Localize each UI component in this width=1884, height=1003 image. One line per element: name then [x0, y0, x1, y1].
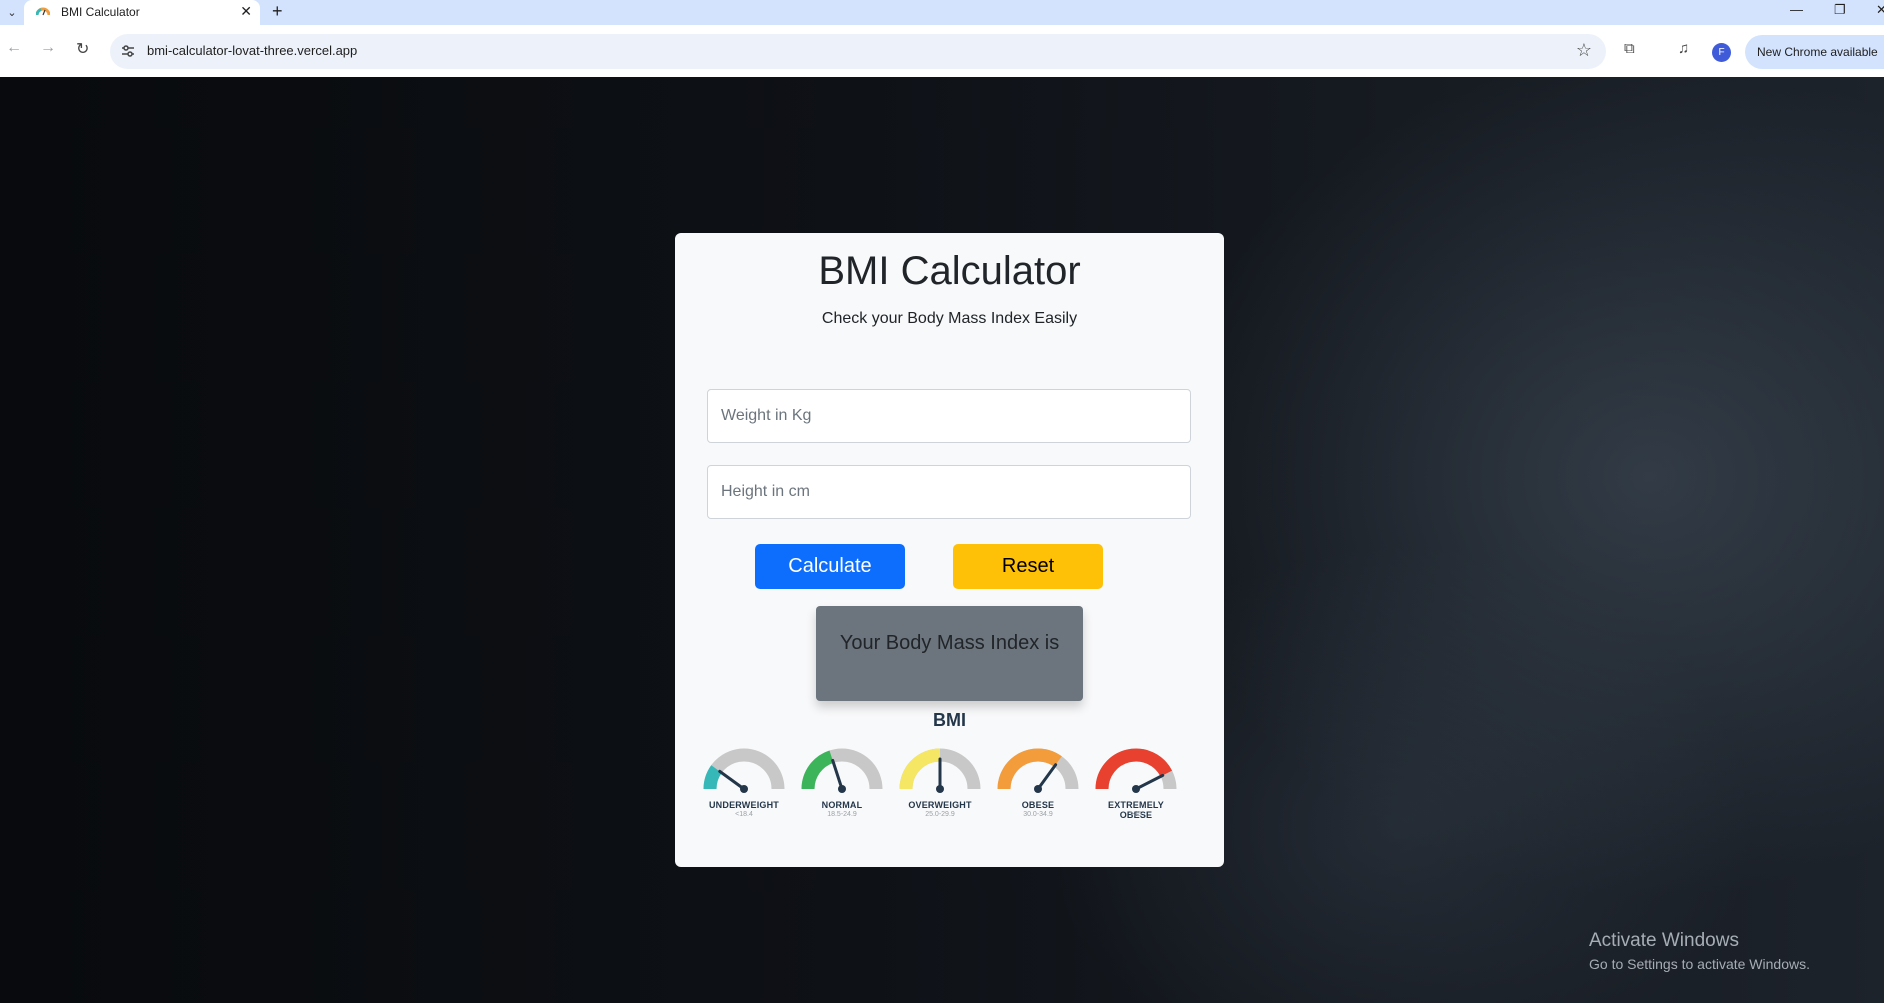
- gauge-label: UNDERWEIGHT: [708, 800, 780, 810]
- gauge-range: 18.5-24.9: [827, 811, 857, 818]
- tab-close-icon[interactable]: ✕: [240, 3, 252, 20]
- gauge-hub: [740, 785, 748, 793]
- gauge-fill-arc: [899, 748, 941, 790]
- watermark-line-2: Go to Settings to activate Windows.: [1589, 956, 1810, 972]
- page-title: BMI Calculator: [818, 249, 1081, 293]
- extensions-icon[interactable]: ⧉: [1624, 40, 1635, 57]
- bmi-gauge: OBESE 30.0-34.9: [993, 741, 1083, 833]
- close-window-icon[interactable]: ✕: [1876, 2, 1884, 18]
- profile-avatar[interactable]: F: [1712, 43, 1731, 62]
- calculate-button[interactable]: Calculate: [755, 544, 905, 589]
- bmi-gauge-chart: UNDERWEIGHT <18.4 NORMAL 18.5-24.9 OVERWEIGH…: [699, 741, 1199, 833]
- forward-arrow-icon[interactable]: →: [40, 39, 56, 57]
- gauge-label: OBESE: [1021, 800, 1055, 810]
- gauge-fill-arc: [1095, 748, 1173, 790]
- height-input[interactable]: [707, 465, 1191, 519]
- restore-icon[interactable]: ❐: [1834, 2, 1846, 18]
- media-control-icon[interactable]: ♫: [1678, 40, 1689, 57]
- result-box: Your Body Mass Index is: [816, 606, 1083, 701]
- gauge-favicon-icon: [36, 7, 50, 16]
- gauge-hub: [1132, 785, 1140, 793]
- gauge-hub: [838, 785, 846, 793]
- gauge-range: >35: [1130, 811, 1142, 818]
- bmi-gauge: OVERWEIGHT 25.0-29.9: [895, 741, 985, 833]
- tab-search-icon[interactable]: ⌄: [2, 2, 22, 22]
- bmi-gauge: EXTREMELY OBESE >35: [1091, 741, 1181, 833]
- gauge-dial-icon: [801, 748, 883, 793]
- page-subtitle: Check your Body Mass Index Easily: [821, 310, 1078, 327]
- browser-toolbar: ← → ↻ bmi-calculator-lovat-three.vercel.…: [0, 25, 1884, 77]
- reload-icon[interactable]: ↻: [76, 39, 89, 59]
- gauge-needle: [1036, 763, 1058, 791]
- bmi-card: BMI Calculator Check your Body Mass Inde…: [675, 233, 1224, 867]
- address-bar[interactable]: bmi-calculator-lovat-three.vercel.app ☆: [110, 34, 1606, 69]
- tab-bmi-calculator[interactable]: BMI Calculator ✕: [24, 0, 260, 25]
- watermark-line-1: Activate Windows: [1589, 930, 1739, 951]
- new-tab-button[interactable]: +: [272, 1, 283, 22]
- bmi-chart-title: BMI: [933, 710, 966, 730]
- bookmark-star-icon[interactable]: ☆: [1576, 40, 1592, 61]
- gauge-needle: [831, 758, 844, 791]
- gauge-range: 25.0-29.9: [925, 811, 955, 818]
- gauge-dial-icon: [899, 748, 981, 793]
- tab-title: BMI Calculator: [61, 5, 140, 19]
- gauge-hub: [936, 785, 944, 793]
- minimize-icon[interactable]: —: [1790, 2, 1803, 17]
- tab-strip: ⌄ BMI Calculator ✕ + — ❐ ✕: [0, 0, 1884, 25]
- gauge-needle: [718, 769, 746, 791]
- gauge-hub: [1034, 785, 1042, 793]
- result-text: Your Body Mass Index is: [839, 632, 1060, 654]
- gauge-dial-icon: [1095, 748, 1177, 793]
- gauge-needle: [1134, 773, 1165, 791]
- site-settings-icon[interactable]: [120, 43, 136, 59]
- windows-activation-watermark: Activate Windows Go to Settings to activ…: [1589, 930, 1810, 972]
- weight-input[interactable]: [707, 389, 1191, 443]
- gauge-label: NORMAL: [821, 800, 863, 810]
- bmi-gauge: UNDERWEIGHT <18.4: [699, 741, 789, 833]
- gauge-fill-arc: [703, 765, 722, 790]
- gauge-range: <18.4: [735, 811, 753, 818]
- new-chrome-available-button[interactable]: New Chrome available: [1745, 35, 1884, 69]
- gauge-fill-arc: [801, 750, 834, 790]
- back-arrow-icon[interactable]: ←: [6, 39, 22, 57]
- url-text: bmi-calculator-lovat-three.vercel.app: [147, 43, 358, 58]
- reset-button[interactable]: Reset: [953, 544, 1103, 589]
- gauge-dial-icon: [997, 748, 1079, 793]
- gauge-label: OVERWEIGHT: [908, 800, 972, 810]
- bmi-gauge: NORMAL 18.5-24.9: [797, 741, 887, 833]
- gauge-dial-icon: [703, 748, 785, 793]
- page-background: BMI Calculator Check your Body Mass Inde…: [0, 77, 1884, 1003]
- gauge-range: 30.0-34.9: [1023, 811, 1053, 818]
